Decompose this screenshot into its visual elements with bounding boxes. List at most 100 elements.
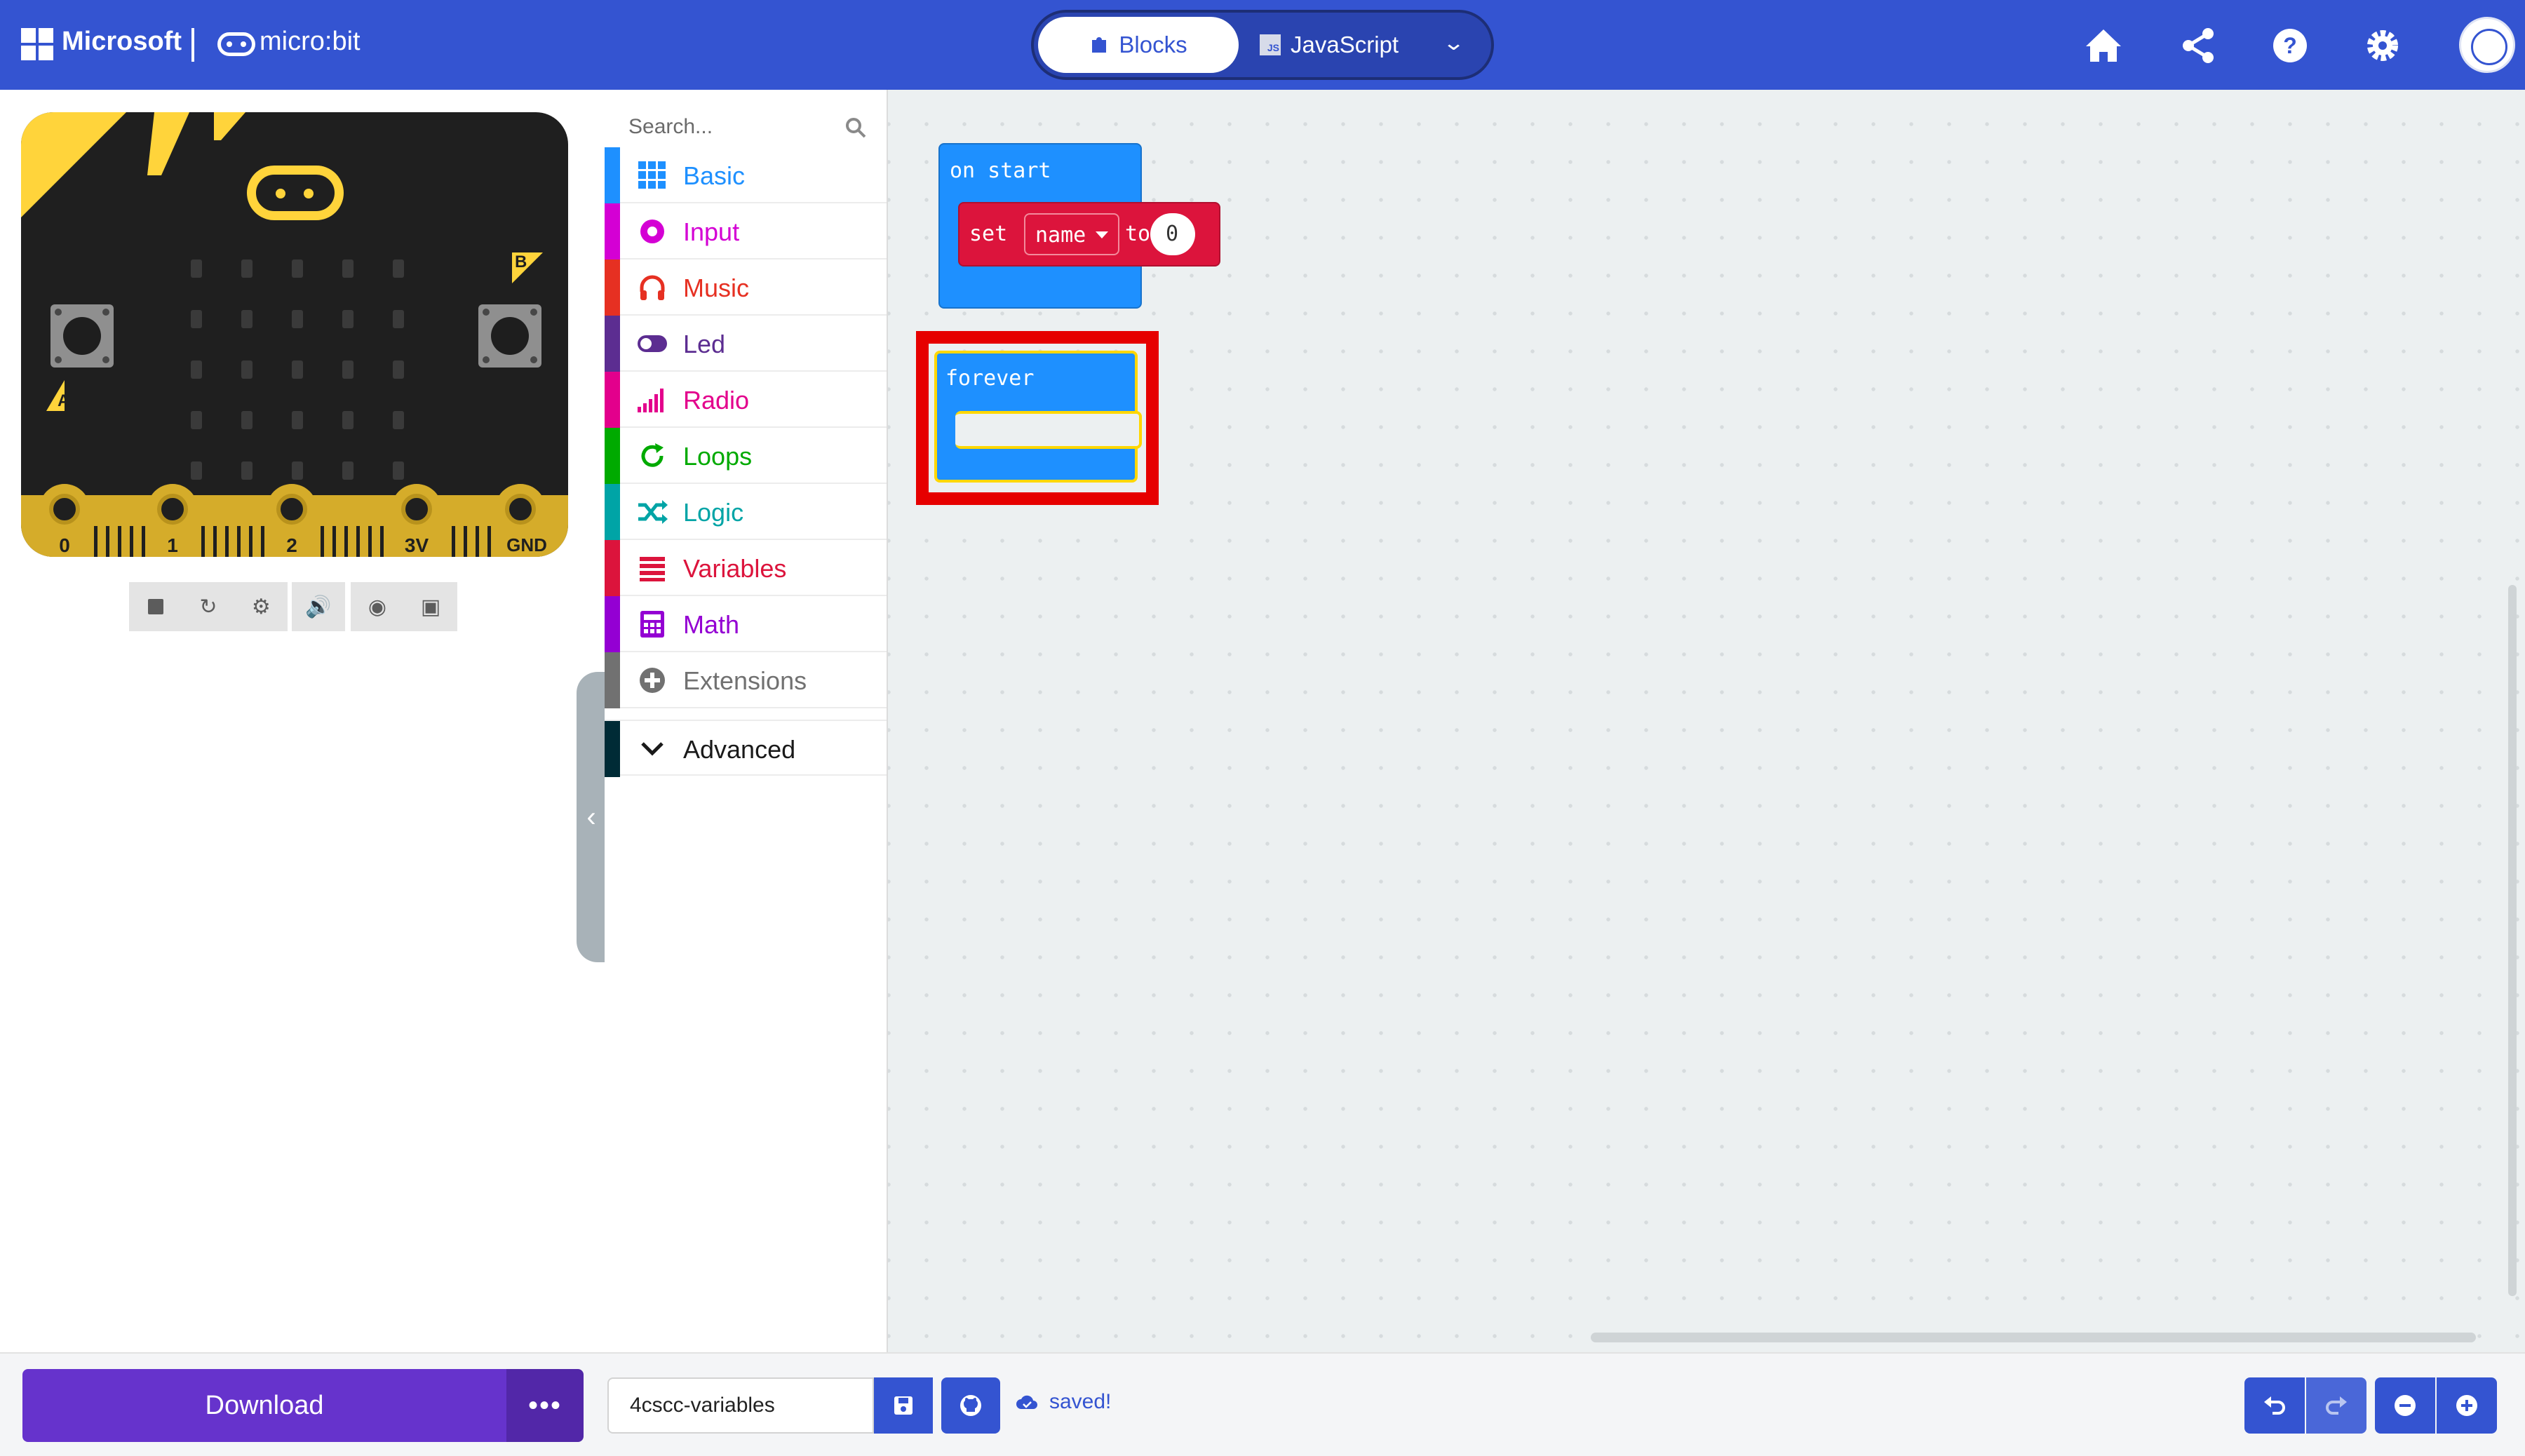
variable-dropdown[interactable]: name [1024,213,1119,255]
category-extensions[interactable]: Extensions [605,652,887,708]
category-loops[interactable]: Loops [605,428,887,484]
category-label: Music [683,274,750,302]
workspace-vertical-scrollbar[interactable] [2508,585,2517,1296]
puzzle-icon [1092,37,1107,53]
edge-tick [452,526,455,557]
toolbox-search[interactable]: Search... [605,98,888,144]
user-avatar[interactable] [2459,17,2515,73]
stop-icon[interactable] [129,582,182,631]
edge-tick [261,526,264,557]
led [292,310,303,328]
javascript-tab[interactable]: JS JavaScript [1260,17,1435,73]
microbit-brand[interactable]: micro:bit [260,27,361,57]
edge-tick [225,526,229,557]
download-button[interactable]: Download [22,1369,506,1442]
target-icon [637,216,668,247]
mute-icon[interactable]: 🔊 [292,582,345,631]
category-label: Extensions [683,666,807,695]
home-icon[interactable] [2082,24,2125,67]
javascript-tab-label: JavaScript [1291,32,1399,58]
led [241,461,252,480]
editor-mode-toggle: Blocks JS JavaScript ⌄ [1031,10,1494,80]
debug-icon[interactable]: ⚙ [235,582,288,631]
led [342,461,354,480]
zoom-in-button[interactable] [2437,1377,2497,1434]
category-radio[interactable]: Radio [605,372,887,428]
led [292,461,303,480]
edge-tick [344,526,348,557]
button-a[interactable] [50,304,114,368]
restart-icon[interactable]: ↻ [182,582,234,631]
share-icon[interactable] [2177,24,2221,67]
to-keyword: to [1125,222,1151,246]
category-basic[interactable]: Basic [605,147,887,203]
more-options-button[interactable]: ••• [506,1369,584,1442]
led [241,411,252,429]
edge-tick [201,526,205,557]
led [393,461,404,480]
edge-tick [249,526,252,557]
blocks-tab-label: Blocks [1119,32,1187,58]
led [191,310,202,328]
undo-icon [2264,1396,2285,1415]
chevron-down-icon[interactable]: ⌄ [1442,31,1465,55]
led [393,259,404,278]
led [342,310,354,328]
led [191,360,202,379]
edge-tick [94,526,97,557]
simulator-panel: A B 0 1 2 3V GND ↻ ⚙ 🔊 ◉ ▣ ‹ [0,90,606,1352]
settings-gear-icon[interactable] [2361,24,2404,67]
edge-tick [380,526,384,557]
category-advanced[interactable]: Advanced [605,720,887,777]
led [191,259,202,278]
led [393,360,404,379]
category-label: Math [683,610,740,639]
pin-label: GND [506,534,547,555]
fullscreen-icon[interactable]: ▣ [404,582,457,631]
category-music[interactable]: Music [605,259,887,316]
edge-tick [464,526,467,557]
category-label: Led [683,330,726,358]
category-led[interactable]: Led [605,316,887,372]
category-label: Radio [683,386,750,414]
led [241,360,252,379]
simulator-controls: ↻ ⚙ [129,582,288,631]
led [342,411,354,429]
save-button[interactable] [874,1377,933,1434]
redo-button[interactable] [2306,1377,2366,1434]
blocks-workspace[interactable]: on start set name to 0 forever [888,90,2525,1352]
search-icon [846,118,866,138]
category-input[interactable]: Input [605,203,887,259]
blocks-tab[interactable]: Blocks [1038,17,1239,73]
pin-label: 3V [404,534,429,556]
project-name-input[interactable] [607,1377,874,1434]
search-input[interactable]: Search... [628,115,713,139]
led [292,259,303,278]
category-label: Variables [683,554,787,583]
plus-circle-icon [637,665,668,696]
category-logic[interactable]: Logic [605,484,887,540]
workspace-horizontal-scrollbar[interactable] [1591,1333,2476,1342]
button-b-label: B [512,252,543,283]
help-icon[interactable]: ? [2268,24,2312,67]
edge-tick [130,526,133,557]
button-b[interactable] [478,304,541,368]
collapse-simulator-button[interactable]: ‹ [577,672,606,962]
logo-touch-icon[interactable] [247,166,344,220]
microbit-simulator-board[interactable]: A B 0 1 2 3V GND [21,112,568,557]
sound-control: 🔊 [292,582,345,631]
value-input[interactable]: 0 [1150,213,1195,255]
category-label: Logic [683,498,744,527]
edge-tick [237,526,241,557]
screenshot-icon[interactable]: ◉ [351,582,404,631]
on-start-label: on start [950,159,1051,183]
github-button[interactable] [941,1377,1000,1434]
set-variable-block[interactable]: set name to 0 [958,202,1220,267]
microsoft-brand: Microsoft [62,27,182,56]
category-math[interactable]: Math [605,596,887,652]
edge-tick [332,526,336,557]
undo-button[interactable] [2244,1377,2305,1434]
zoom-out-button[interactable] [2375,1377,2435,1434]
category-variables[interactable]: Variables [605,540,887,596]
zoom-in-icon [2456,1395,2477,1416]
